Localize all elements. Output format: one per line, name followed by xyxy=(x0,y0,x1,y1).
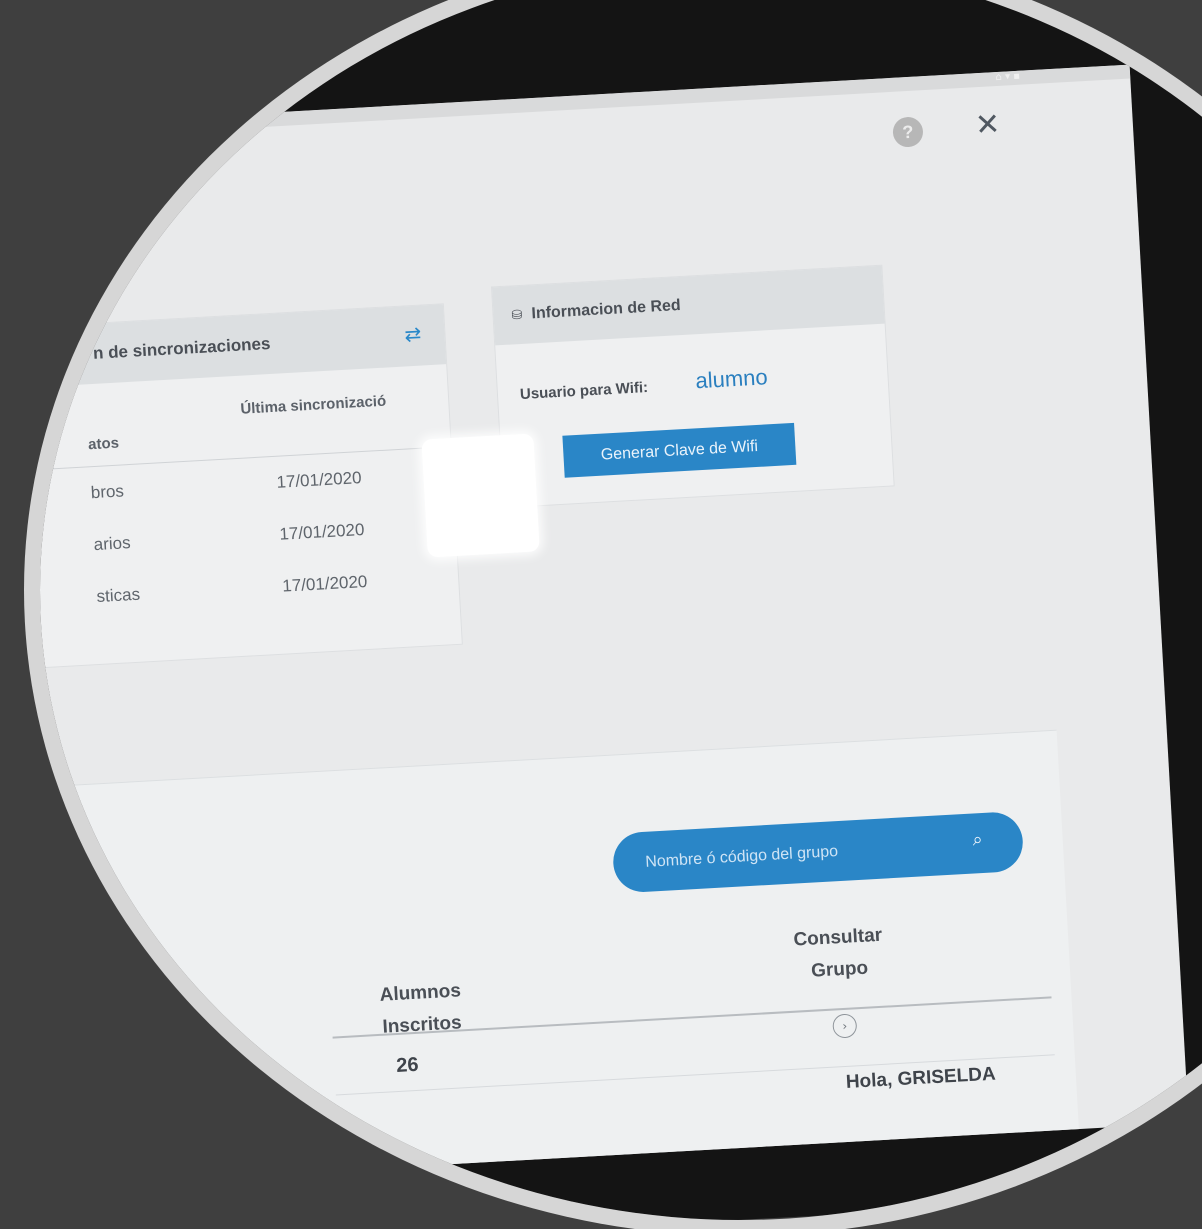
cell-fecha: 17/01/2020 xyxy=(276,468,363,492)
column-datos: atos xyxy=(87,434,120,454)
cell-alumnos-count: 26 xyxy=(395,1053,420,1078)
sincronizar-link[interactable]: Sincronizar xyxy=(124,165,195,185)
cell-fecha: 17/01/2020 xyxy=(278,520,365,544)
generate-wifi-key-button[interactable]: Generar Clave de Wifi xyxy=(562,422,797,478)
sync-table: atos Última sincronizació bros 17/01/202… xyxy=(11,364,459,628)
cell-dato: bros xyxy=(90,481,125,503)
sync-icon[interactable]: ⇄ xyxy=(404,322,422,347)
close-icon[interactable]: ✕ xyxy=(972,107,1004,144)
network-card-header: ⛁ Informacion de Red xyxy=(491,265,885,346)
sync-card-title: n de sincronizaciones xyxy=(92,333,271,363)
cell-fecha: 17/01/2020 xyxy=(281,571,368,596)
tablet-screen: ⌂ ▾ ▪ Sincronizar ? ✕ n de sincronizacio… xyxy=(11,64,1189,1186)
open-group-icon[interactable]: › xyxy=(832,1013,858,1039)
search-icon[interactable]: ⌕ xyxy=(972,829,983,851)
group-search-input[interactable] xyxy=(642,831,948,878)
photo-stage: ⌂ ▾ ▪ Sincronizar ? ✕ n de sincronizacio… xyxy=(0,0,1202,1229)
cell-dato: arios xyxy=(93,533,132,555)
cell-dato: sticas xyxy=(96,584,141,607)
column-consultar-grupo: Consultar Grupo xyxy=(792,924,883,982)
screen-glare xyxy=(421,433,540,558)
wifi-user-label: Usuario para Wifi: xyxy=(519,378,649,404)
help-icon[interactable]: ? xyxy=(892,116,924,148)
column-ultima-sincronizacion: Última sincronizació xyxy=(239,392,387,418)
network-info-card: ⛁ Informacion de Red Usuario para Wifi: … xyxy=(490,264,895,509)
wifi-user-value: alumno xyxy=(694,364,769,394)
group-search-bar: ⌕ xyxy=(611,810,1025,894)
network-card-title: Informacion de Red xyxy=(531,297,682,323)
groups-panel: ⌕ Alumnos Inscritos Consultar Grupo 26 › xyxy=(18,729,1081,1186)
status-icons: ⌂ ▾ ▪ xyxy=(995,70,1021,84)
sync-history-card: n de sincronizaciones ⇄ atos Última sinc… xyxy=(11,303,463,671)
database-icon: ⛁ xyxy=(511,307,523,324)
